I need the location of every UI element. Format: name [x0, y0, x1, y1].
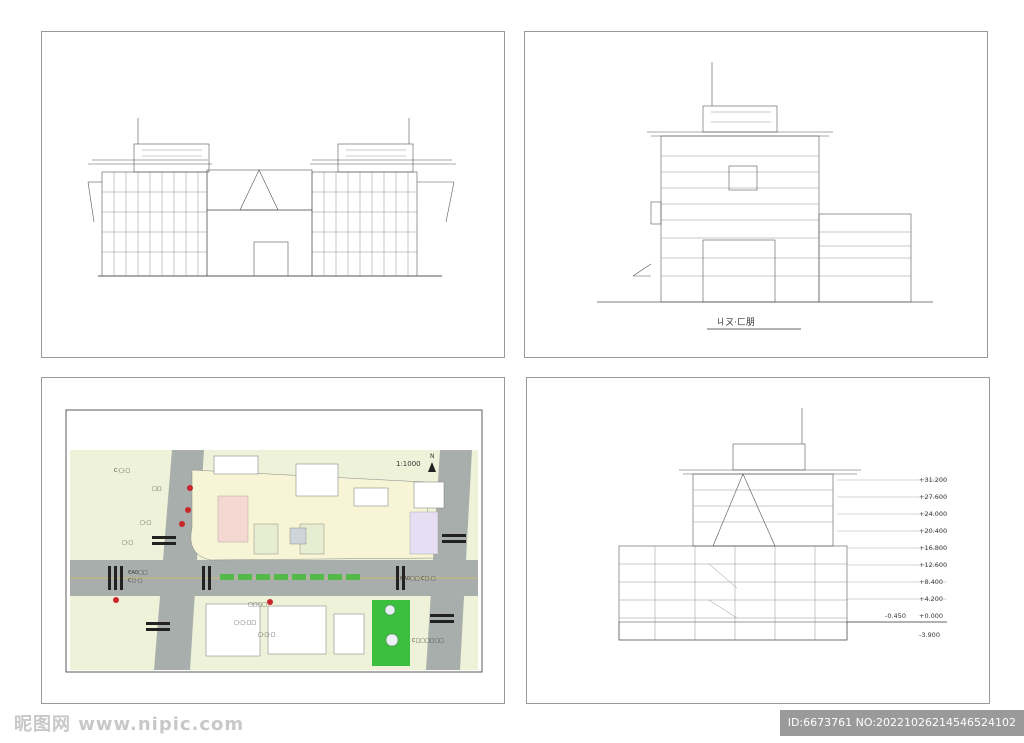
side-elevation-drawing: ㄐㄡ·ㄈ朋 — [597, 62, 933, 330]
site-label-4: □·□·□□ — [234, 620, 256, 626]
watermark-id: ID:6673761 NO:20221026214546524102 — [779, 710, 1024, 736]
section-panel: +31.200 +27.600 +24.000 +20.400 +16.800 … — [526, 377, 990, 704]
site-label-3: □·□ — [122, 540, 133, 546]
site-label-2: □·□ — [140, 520, 151, 526]
elevation-label: +0.000 — [919, 612, 943, 620]
road-label-4: ЄΑ0□□ C□·□ — [400, 576, 436, 582]
road-label-2: ЄΑ0□□ — [128, 570, 148, 576]
site-plan-panel: 1:1000 N C·□·□ ЄΑ0□□ C□·□ ЄΑ0□□ C□·□ □□ … — [41, 377, 505, 704]
site-label-7: C□□□□□□ — [412, 638, 444, 644]
ground-elevation-label: -0.450 — [885, 612, 906, 620]
site-label-6: □·□·□ — [258, 632, 276, 638]
site-label-5: □□□□ — [248, 602, 267, 608]
road-label-1: C·□·□ — [114, 468, 130, 474]
section-drawing: +31.200 +27.600 +24.000 +20.400 +16.800 … — [618, 408, 947, 641]
front-elevation-panel — [41, 31, 505, 358]
elevation-label: -3.900 — [919, 631, 940, 639]
watermark-logo: 昵图网 www.nipic.com — [14, 714, 245, 735]
site-plan-map: 1:1000 N C·□·□ ЄΑ0□□ C□·□ ЄΑ0□□ C□·□ □□ … — [65, 409, 483, 673]
site-label-1: □□ — [152, 486, 162, 492]
side-elevation-panel: ㄐㄡ·ㄈ朋 — [524, 31, 988, 358]
road-label-3: C□·□ — [128, 578, 143, 584]
north-arrow-label: N — [430, 453, 435, 460]
front-elevation-drawing — [87, 118, 456, 277]
site-plan-scale: 1:1000 — [396, 460, 421, 468]
side-elevation-caption: ㄐㄡ·ㄈ朋 — [716, 317, 755, 328]
